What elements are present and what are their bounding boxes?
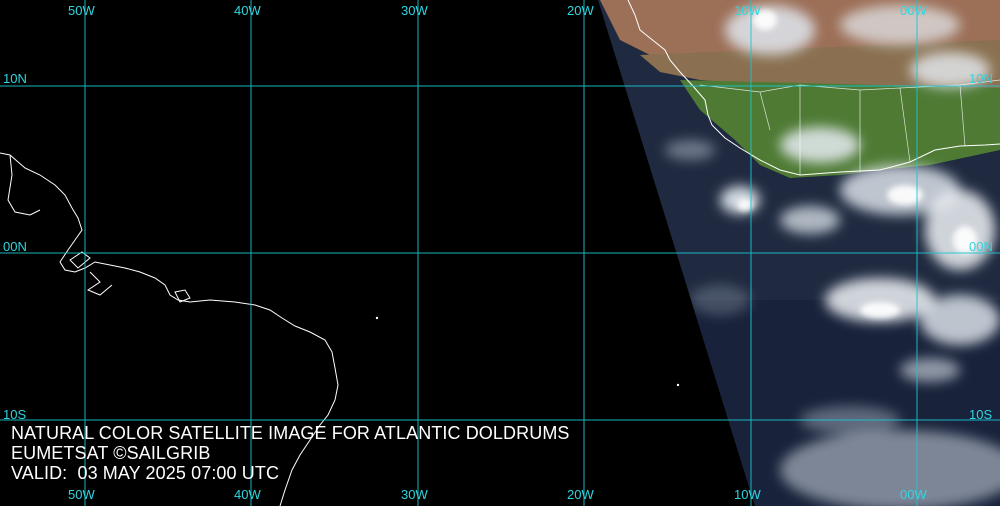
lon-label-top-30w: 30W xyxy=(401,3,428,18)
lon-label-top-10w: 10W xyxy=(734,3,761,18)
satellite-map: 50W 40W 30W 20W 10W 00W 50W 40W 30W 20W … xyxy=(0,0,1000,506)
lon-label-top-20w: 20W xyxy=(567,3,594,18)
lon-label-bottom-30w: 30W xyxy=(401,487,428,502)
lat-label-right-10n: 10N xyxy=(969,71,993,86)
lat-label-left-10s: 10S xyxy=(3,407,27,422)
lat-label-left-00n: 00N xyxy=(3,239,27,254)
map-title: NATURAL COLOR SATELLITE IMAGE FOR ATLANT… xyxy=(11,423,570,443)
lon-label-bottom-20w: 20W xyxy=(567,487,594,502)
lon-label-bottom-40w: 40W xyxy=(234,487,261,502)
data-credit: EUMETSAT ©SAILGRIB xyxy=(11,443,211,463)
lat-label-right-10s: 10S xyxy=(969,407,993,422)
lon-label-top-50w: 50W xyxy=(68,3,95,18)
lon-label-bottom-50w: 50W xyxy=(68,487,95,502)
lon-label-bottom-10w: 10W xyxy=(734,487,761,502)
lon-label-top-40w: 40W xyxy=(234,3,261,18)
valid-time: VALID: 03 MAY 2025 07:00 UTC xyxy=(11,463,280,483)
lat-label-left-10n: 10N xyxy=(3,71,27,86)
lon-label-top-00w: 00W xyxy=(900,3,927,18)
lon-label-bottom-00w: 00W xyxy=(900,487,927,502)
lat-label-right-00n: 00N xyxy=(969,239,993,254)
